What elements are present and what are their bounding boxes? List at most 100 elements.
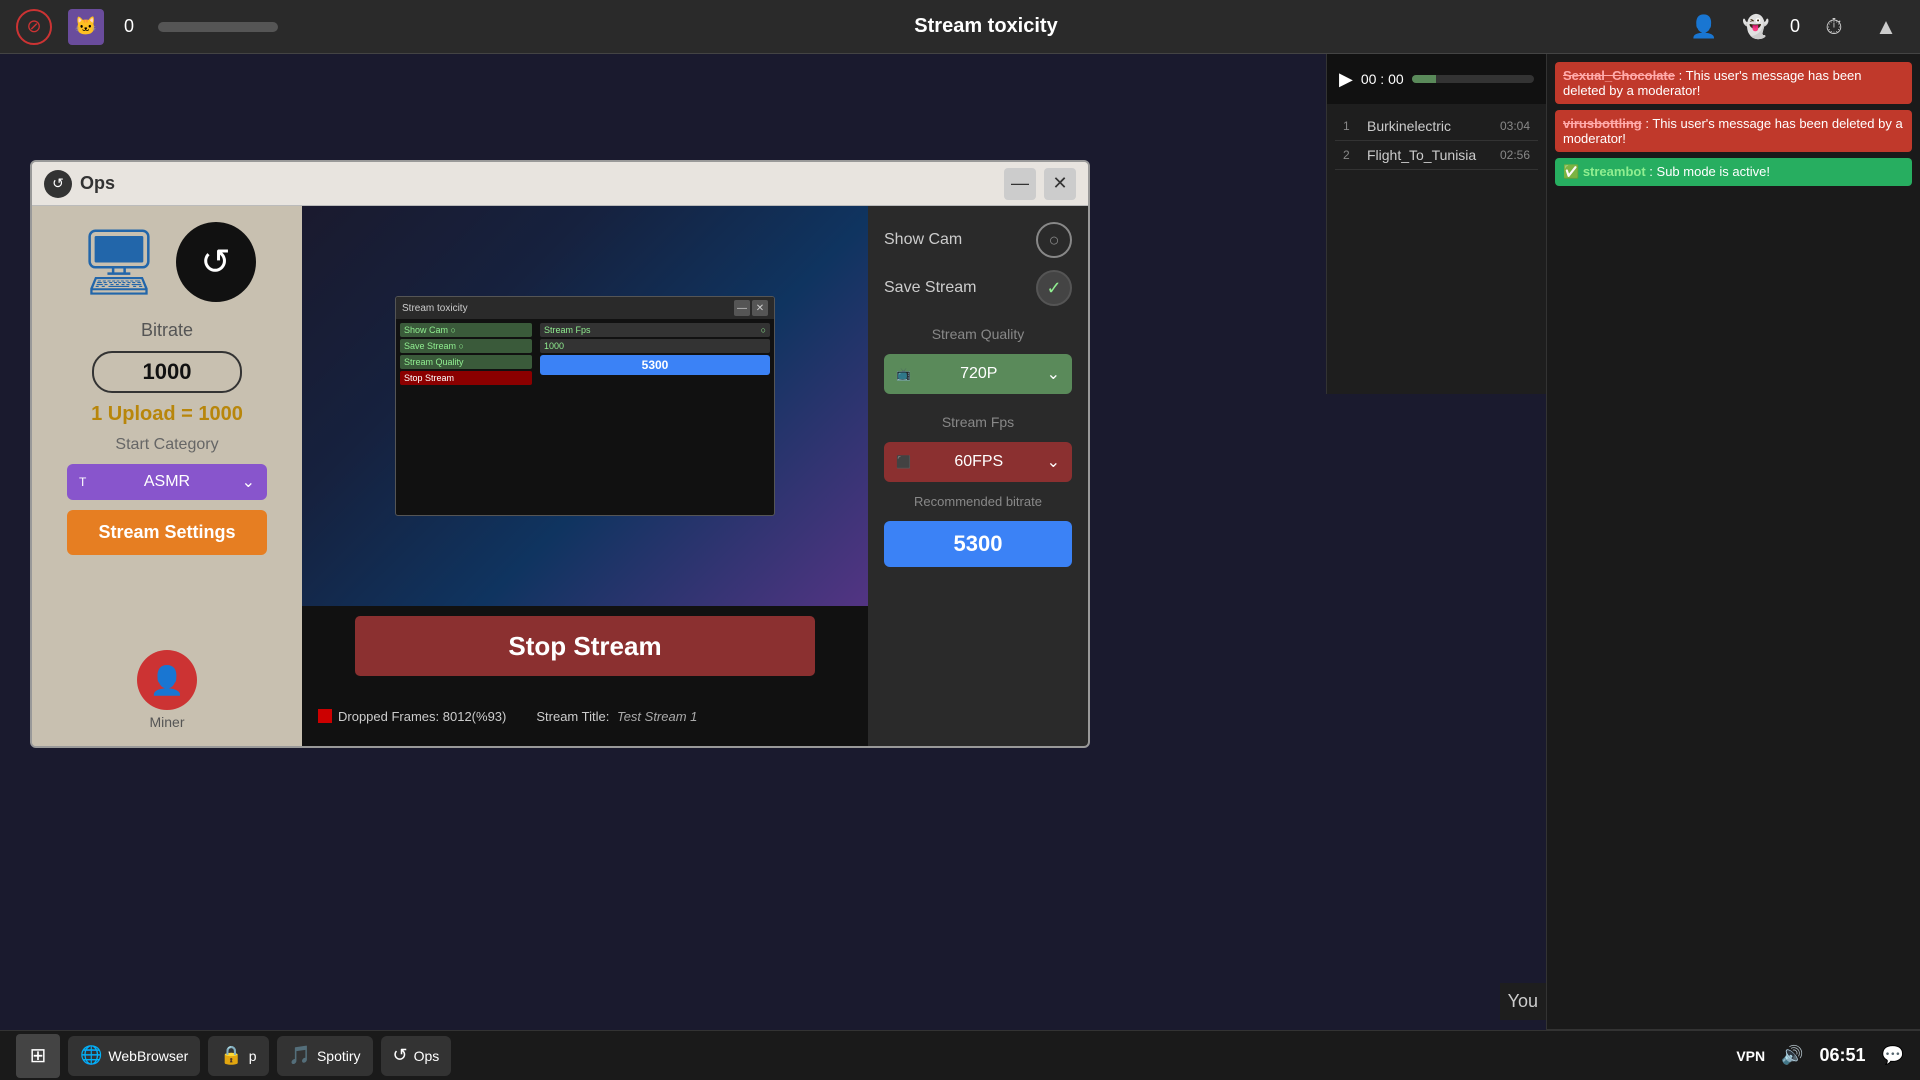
playlist-panel: ▶ 00 : 00 1 Burkinelectric 03:04 2 Fligh… xyxy=(1326,54,1546,394)
toxicity-bar xyxy=(158,22,278,32)
taskbar-chat-icon[interactable]: 💬 xyxy=(1882,1045,1904,1066)
save-stream-row: Save Stream ✓ xyxy=(884,270,1072,306)
fps-dropdown[interactable]: ⬛ 60FPS ⌄ xyxy=(884,442,1072,482)
show-cam-label: Show Cam xyxy=(884,231,962,249)
nested-title: Stream toxicity xyxy=(402,303,468,314)
stream-title-value: Test Stream 1 xyxy=(617,709,697,724)
spin-icon: ↺ xyxy=(176,222,256,302)
ops-bottom-bar: Dropped Frames: 8012(%93) Stream Title: … xyxy=(302,686,868,746)
show-cam-toggle[interactable]: ○ xyxy=(1036,222,1072,258)
playlist-time-2: 02:56 xyxy=(1500,148,1530,162)
playlist-num-2: 2 xyxy=(1343,148,1359,162)
stream-quality-label: Stream Quality xyxy=(884,326,1072,342)
nested-content: Show Cam ○ Save Stream ○ Stream Quality … xyxy=(396,319,774,515)
nested-close-btn[interactable]: ✕ xyxy=(752,300,768,316)
you-label: You xyxy=(1500,983,1546,1020)
fps-icon: ⬛ xyxy=(896,455,911,469)
cancel-icon[interactable]: ⊘ xyxy=(16,9,52,45)
ops-minimize-btn[interactable]: — xyxy=(1004,168,1036,200)
dropped-frames-indicator xyxy=(318,709,332,723)
stream-title-info: Stream Title: Test Stream 1 xyxy=(536,709,697,724)
taskbar-app-webbrowser[interactable]: 🌐 WebBrowser xyxy=(68,1036,200,1076)
save-stream-toggle[interactable]: ✓ xyxy=(1036,270,1072,306)
recommended-bitrate: 5300 xyxy=(884,521,1072,567)
taskbar-app-ops[interactable]: ↺ Ops xyxy=(381,1036,452,1076)
upload-label: 1 Upload = 1000 xyxy=(91,403,243,426)
webbrowser-label: WebBrowser xyxy=(108,1048,188,1064)
ops-window-title: Ops xyxy=(80,173,996,194)
quality-chevron: ⌄ xyxy=(1047,364,1060,384)
stream-settings-btn[interactable]: Stream Settings xyxy=(67,510,267,555)
playlist-time: 00 : 00 xyxy=(1361,71,1404,87)
taskbar-right: VPN 🔊 06:51 💬 xyxy=(1736,1045,1904,1066)
playlist-time-1: 03:04 xyxy=(1500,119,1530,133)
nested-fps-item: Stream Fps ○ xyxy=(540,323,770,337)
nested-menu-quality: Stream Quality xyxy=(400,355,532,369)
quality-value: 720P xyxy=(960,365,997,383)
taskbar-app-spotiry[interactable]: 🎵 Spotiry xyxy=(277,1036,373,1076)
ops-center-panel: Stream toxicity — ✕ Show Cam ○ Save Stre… xyxy=(302,206,868,746)
nested-menu-showcam: Show Cam ○ xyxy=(400,323,532,337)
ops-body: 🖥 ↺ Bitrate 1 Upload = 1000 Start Catego… xyxy=(32,206,1088,746)
monitor-icon: 🖥 xyxy=(78,225,159,300)
progress-bar[interactable] xyxy=(1412,75,1534,83)
username-deleted-2: virusbottling xyxy=(1563,116,1642,131)
stream-chat-panel: ▶ Stream Chat Sexual_Chocolate : This us… xyxy=(1546,0,1920,1080)
stream-title-label: Stream Title: xyxy=(536,709,609,724)
taskbar-app-p[interactable]: 🔒 p xyxy=(208,1036,268,1076)
playlist-item-2[interactable]: 2 Flight_To_Tunisia 02:56 xyxy=(1335,141,1538,170)
spotiry-label: Spotiry xyxy=(317,1048,361,1064)
start-category-label: Start Category xyxy=(115,436,218,454)
playlist-controls: ▶ 00 : 00 xyxy=(1327,54,1546,104)
playlist-name-1: Burkinelectric xyxy=(1367,118,1492,134)
streamer-icon: 👤 xyxy=(1686,9,1722,45)
stream-fps-label: Stream Fps xyxy=(884,414,1072,430)
nested-bitrate-display: 5300 xyxy=(540,355,770,375)
viewer-icon: 👻 xyxy=(1738,9,1774,45)
nested-menu-savestream: Save Stream ○ xyxy=(400,339,532,353)
stop-stream-button[interactable]: Stop Stream xyxy=(355,616,815,676)
progress-fill xyxy=(1412,75,1436,83)
miner-avatar: 👤 xyxy=(137,650,197,710)
category-dropdown[interactable]: T ASMR ⌄ xyxy=(67,464,267,500)
stream-toxicity-title: Stream toxicity xyxy=(302,15,1670,38)
quality-icon: 📺 xyxy=(896,367,911,381)
chat-messages: Sexual_Chocolate : This user's message h… xyxy=(1547,54,1920,1029)
vpn-label: VPN xyxy=(1736,1048,1765,1064)
username-bot: ✅ streambot xyxy=(1563,164,1646,179)
playlist-play-btn[interactable]: ▶ xyxy=(1339,69,1353,90)
chat-message-deleted-2: virusbottling : This user's message has … xyxy=(1555,110,1912,152)
dropped-frames-info: Dropped Frames: 8012(%93) xyxy=(318,709,506,724)
webbrowser-icon: 🌐 xyxy=(80,1045,102,1066)
miner-label: Miner xyxy=(149,714,184,730)
top-bar: ⊘ 🐱 0 Stream toxicity 👤 👻 0 ⏱ ▲ xyxy=(0,0,1920,54)
dropped-frames-text: Dropped Frames: 8012(%93) xyxy=(338,709,506,724)
ops-close-btn[interactable]: ✕ xyxy=(1044,168,1076,200)
playlist-items: 1 Burkinelectric 03:04 2 Flight_To_Tunis… xyxy=(1327,104,1546,178)
game-icons: 🖥 ↺ xyxy=(78,222,255,302)
nested-min-btn[interactable]: — xyxy=(734,300,750,316)
chat-message-deleted-1: Sexual_Chocolate : This user's message h… xyxy=(1555,62,1912,104)
nested-right: Stream Fps ○ 1000 5300 xyxy=(536,319,774,515)
viewer-count: 0 xyxy=(1790,16,1800,37)
sound-icon[interactable]: 🔊 xyxy=(1781,1045,1803,1066)
ops-icon: ↺ xyxy=(393,1045,408,1066)
start-button[interactable]: ⊞ xyxy=(16,1034,60,1078)
p-app-icon: 🔒 xyxy=(220,1045,242,1066)
arrow-up-icon: ▲ xyxy=(1868,9,1904,45)
nested-stream-window: Stream toxicity — ✕ Show Cam ○ Save Stre… xyxy=(395,296,775,516)
recommended-label: Recommended bitrate xyxy=(884,494,1072,509)
bitrate-input[interactable] xyxy=(92,351,242,393)
start-icon: ⊞ xyxy=(30,1043,47,1068)
nested-window-bar: Stream toxicity — ✕ xyxy=(396,297,774,319)
fps-value: 60FPS xyxy=(954,453,1003,471)
category-chevron: ⌄ xyxy=(242,472,255,492)
save-stream-label: Save Stream xyxy=(884,279,976,297)
fps-chevron: ⌄ xyxy=(1047,452,1060,472)
ops-label: Ops xyxy=(414,1048,440,1064)
top-bar-left: ⊘ 🐱 0 Stream toxicity 👤 👻 0 ⏱ ▲ xyxy=(0,9,1920,45)
playlist-item-1[interactable]: 1 Burkinelectric 03:04 xyxy=(1335,112,1538,141)
quality-dropdown[interactable]: 📺 720P ⌄ xyxy=(884,354,1072,394)
nested-menu-stop[interactable]: Stop Stream xyxy=(400,371,532,385)
category-icon-t: T xyxy=(79,475,86,489)
